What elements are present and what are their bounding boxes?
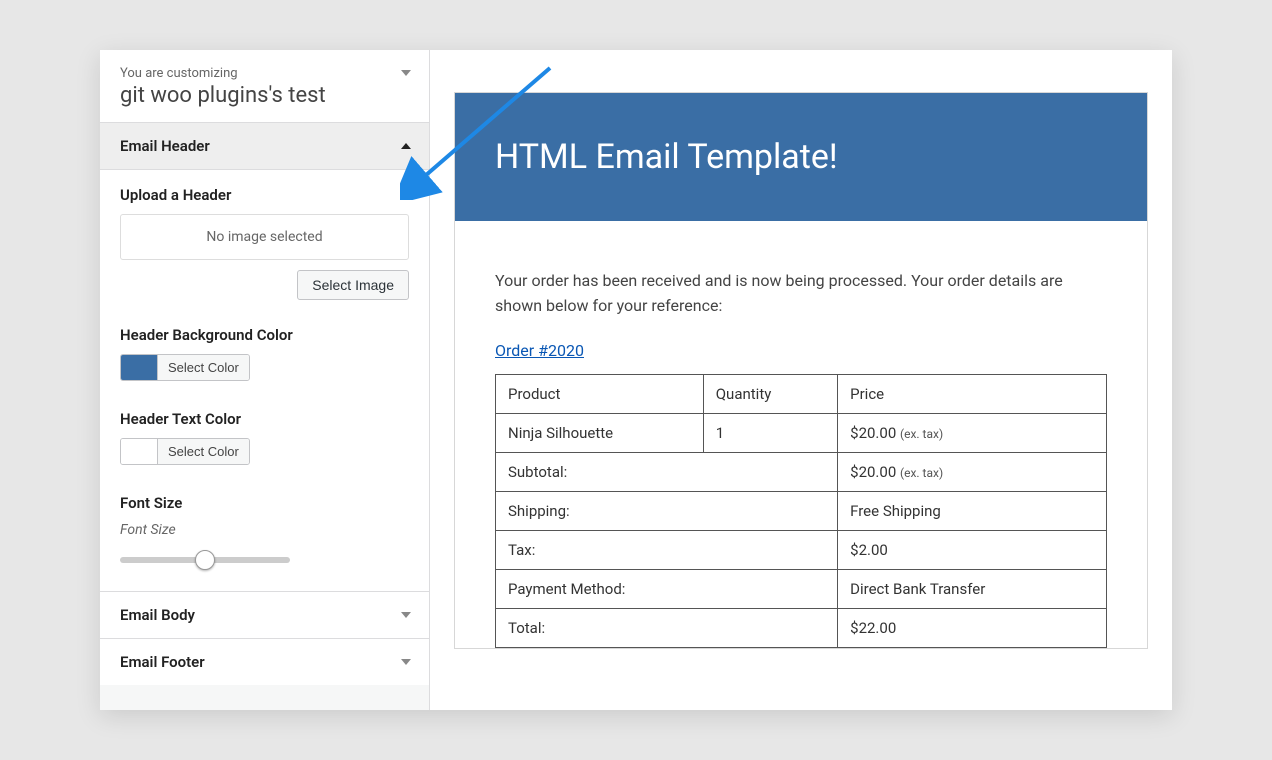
section-email-header[interactable]: Email Header xyxy=(100,123,429,170)
col-quantity: Quantity xyxy=(703,374,837,413)
font-size-hint: Font Size xyxy=(120,522,409,538)
text-color-select-button[interactable]: Select Color xyxy=(157,439,249,464)
bg-color-control: Select Color xyxy=(120,354,250,381)
cell-label: Shipping: xyxy=(496,491,838,530)
customizing-label: You are customizing xyxy=(120,66,409,81)
table-row: Subtotal: $20.00 (ex. tax) xyxy=(496,452,1107,491)
table-row: Total: $22.00 xyxy=(496,608,1107,647)
section-email-header-body: Upload a Header No image selected Select… xyxy=(100,170,429,592)
cell-value: Free Shipping xyxy=(838,491,1107,530)
section-title: Email Body xyxy=(120,606,195,624)
email-intro-text: Your order has been received and is now … xyxy=(495,269,1107,319)
col-product: Product xyxy=(496,374,704,413)
text-color-swatch[interactable] xyxy=(121,439,157,464)
font-size-label: Font Size xyxy=(120,494,409,512)
email-title: HTML Email Template! xyxy=(495,137,838,177)
section-title: Email Header xyxy=(120,137,210,155)
text-color-label: Header Text Color xyxy=(120,410,409,428)
order-table: Product Quantity Price Ninja Silhouette … xyxy=(495,374,1107,648)
bg-color-select-button[interactable]: Select Color xyxy=(157,355,249,380)
chevron-down-icon[interactable] xyxy=(401,70,411,76)
table-row: Tax: $2.00 xyxy=(496,530,1107,569)
section-title: Email Footer xyxy=(120,653,205,671)
table-row: Ninja Silhouette 1 $20.00 (ex. tax) xyxy=(496,413,1107,452)
customizer-panel-header: You are customizing git woo plugins's te… xyxy=(100,50,429,123)
cell-label: Payment Method: xyxy=(496,569,838,608)
customizer-sidebar: You are customizing git woo plugins's te… xyxy=(100,50,430,710)
table-row: Payment Method: Direct Bank Transfer xyxy=(496,569,1107,608)
cell-qty: 1 xyxy=(703,413,837,452)
email-preview: HTML Email Template! Your order has been… xyxy=(430,50,1172,710)
cell-price: $20.00 (ex. tax) xyxy=(838,413,1107,452)
cell-product: Ninja Silhouette xyxy=(496,413,704,452)
select-image-button[interactable]: Select Image xyxy=(297,270,409,300)
table-row: Shipping: Free Shipping xyxy=(496,491,1107,530)
order-link[interactable]: Order #2020 xyxy=(495,341,584,360)
section-email-body[interactable]: Email Body xyxy=(100,592,429,639)
col-price: Price xyxy=(838,374,1107,413)
text-color-control: Select Color xyxy=(120,438,250,465)
cell-value: $22.00 xyxy=(838,608,1107,647)
cell-label: Total: xyxy=(496,608,838,647)
font-size-slider[interactable] xyxy=(120,557,290,563)
cell-label: Subtotal: xyxy=(496,452,838,491)
chevron-up-icon xyxy=(401,143,411,149)
image-placeholder: No image selected xyxy=(120,214,409,260)
bg-color-swatch[interactable] xyxy=(121,355,157,380)
site-title: git woo plugins's test xyxy=(120,83,409,108)
section-email-footer[interactable]: Email Footer xyxy=(100,639,429,685)
cell-value: $20.00 (ex. tax) xyxy=(838,452,1107,491)
email-body: Your order has been received and is now … xyxy=(455,221,1147,648)
chevron-down-icon xyxy=(401,612,411,618)
cell-value: Direct Bank Transfer xyxy=(838,569,1107,608)
cell-label: Tax: xyxy=(496,530,838,569)
bg-color-label: Header Background Color xyxy=(120,326,409,344)
upload-header-label: Upload a Header xyxy=(120,186,409,204)
chevron-down-icon xyxy=(401,659,411,665)
email-header: HTML Email Template! xyxy=(455,93,1147,221)
email-container: HTML Email Template! Your order has been… xyxy=(454,92,1148,649)
table-header-row: Product Quantity Price xyxy=(496,374,1107,413)
cell-value: $2.00 xyxy=(838,530,1107,569)
